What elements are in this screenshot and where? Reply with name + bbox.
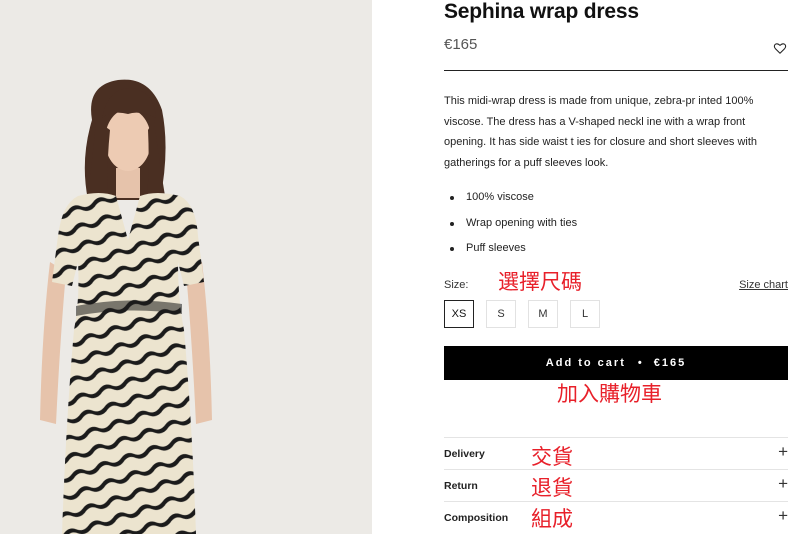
annotation-size: 選擇尺碼: [498, 270, 582, 294]
annotation-cart: 加入購物車: [557, 382, 662, 406]
accordion-composition[interactable]: Composition +: [444, 501, 788, 533]
size-option-m[interactable]: M: [528, 300, 558, 328]
accordion-label: Delivery: [444, 448, 485, 460]
annotation-composition: 組成: [531, 507, 573, 531]
size-option-s[interactable]: S: [486, 300, 516, 328]
plus-icon: +: [778, 506, 788, 525]
accordion-label: Return: [444, 480, 478, 492]
product-price: €165: [444, 36, 478, 53]
add-to-cart-button[interactable]: Add to cart • €165: [444, 346, 788, 380]
feature-item: Wrap opening with ties: [444, 211, 577, 237]
add-to-cart-label: Add to cart: [545, 357, 626, 369]
annotation-delivery: 交貨: [531, 445, 573, 469]
size-option-l[interactable]: L: [570, 300, 600, 328]
add-to-cart-price: €165: [653, 357, 687, 369]
size-chart-link[interactable]: Size chart: [739, 279, 788, 291]
accordion-delivery[interactable]: Delivery +: [444, 437, 788, 469]
product-image: [0, 0, 372, 534]
cart-separator: •: [637, 357, 642, 369]
plus-icon: +: [778, 474, 788, 493]
size-selector: XS S M L: [444, 300, 612, 328]
divider: [444, 70, 788, 71]
feature-item: 100% viscose: [444, 185, 577, 211]
feature-item: Puff sleeves: [444, 236, 577, 262]
annotation-return: 退貨: [531, 476, 573, 500]
heart-icon[interactable]: [773, 41, 787, 55]
product-description: This midi-wrap dress is made from unique…: [444, 95, 758, 169]
product-details: Sephina wrap dress €165 This midi-wrap d…: [444, 0, 788, 534]
size-option-xs[interactable]: XS: [444, 300, 474, 328]
size-label: Size:: [444, 279, 469, 291]
product-title: Sephina wrap dress: [444, 0, 639, 23]
accordion-label: Composition: [444, 512, 509, 524]
feature-list: 100% viscose Wrap opening with ties Puff…: [444, 185, 577, 262]
accordion-return[interactable]: Return +: [444, 469, 788, 501]
plus-icon: +: [778, 442, 788, 461]
